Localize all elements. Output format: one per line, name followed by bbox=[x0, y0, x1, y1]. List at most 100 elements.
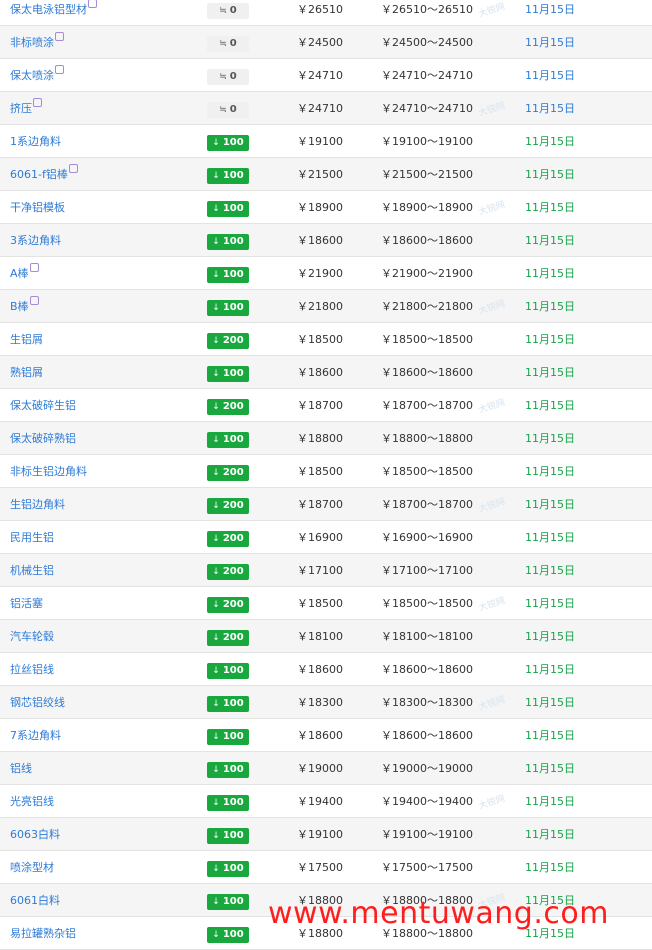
update-date: 11月15日 bbox=[525, 498, 575, 511]
table-row: 6063白料 ↓ 100 ￥19100 ￥19100～19100 11月15日 bbox=[0, 818, 652, 851]
change-badge: ↓ 100 bbox=[207, 135, 249, 151]
table-row: A棒 ↓ 100 ￥21900 ￥21900～21900 11月15日 bbox=[0, 257, 652, 290]
flat-icon: ≒ bbox=[219, 6, 227, 16]
product-name-link[interactable]: 6061白料 bbox=[10, 884, 60, 917]
product-name-link[interactable]: 保太电泳铝型材 bbox=[10, 0, 97, 26]
arrow-down-icon: ↓ bbox=[212, 303, 220, 313]
table-row: B棒 ↓ 100 ￥21800 ￥21800～21800 大锐网 11月15日 bbox=[0, 290, 652, 323]
change-value: 100 bbox=[222, 764, 244, 775]
product-name: 保太电泳铝型材 bbox=[10, 3, 87, 16]
arrow-down-icon: ↓ bbox=[212, 204, 220, 214]
average-price: ￥19100 bbox=[297, 828, 343, 841]
change-badge: ↓ 100 bbox=[207, 267, 249, 283]
table-row: 机械生铝 ↓ 200 ￥17100 ￥17100～17100 11月15日 bbox=[0, 554, 652, 587]
product-name-link[interactable]: 喷涂型材 bbox=[10, 851, 54, 884]
product-name-link[interactable]: 钢芯铝绞线 bbox=[10, 686, 65, 719]
price-range: ￥19400～19400 bbox=[381, 795, 473, 808]
product-name-link[interactable]: 民用生铝 bbox=[10, 521, 54, 554]
price-range: ￥26510～26510 bbox=[381, 3, 473, 16]
row-watermark: 大锐网 bbox=[477, 694, 507, 713]
price-range: ￥18500～18500 bbox=[381, 597, 473, 610]
product-name-link[interactable]: 铝活塞 bbox=[10, 587, 43, 620]
arrow-down-icon: ↓ bbox=[212, 600, 220, 610]
product-name: 3系边角料 bbox=[10, 234, 61, 247]
row-watermark: 大锐网 bbox=[477, 1, 507, 20]
product-name: 钢芯铝绞线 bbox=[10, 696, 65, 709]
table-row: 保太喷涂 ≒ 0 ￥24710 ￥24710～24710 11月15日 bbox=[0, 59, 652, 92]
flat-icon: ≒ bbox=[219, 39, 227, 49]
product-name-link[interactable]: 6063白料 bbox=[10, 818, 60, 851]
product-name-link[interactable]: 熟铝屑 bbox=[10, 356, 43, 389]
product-name-link[interactable]: 拉丝铝线 bbox=[10, 653, 54, 686]
product-name-link[interactable]: 易拉罐熟杂铝 bbox=[10, 917, 76, 950]
change-value: 100 bbox=[222, 434, 244, 445]
product-name-link[interactable]: B棒 bbox=[10, 290, 39, 323]
product-name-link[interactable]: 非标喷涂 bbox=[10, 26, 64, 59]
price-range: ￥18500～18500 bbox=[381, 465, 473, 478]
product-name: 生铝边角料 bbox=[10, 498, 65, 511]
product-name-link[interactable]: 保太破碎熟铝 bbox=[10, 422, 76, 455]
change-badge: ↓ 100 bbox=[207, 894, 249, 910]
product-name-link[interactable]: 机械生铝 bbox=[10, 554, 54, 587]
price-range: ￥19100～19100 bbox=[381, 135, 473, 148]
change-value: 100 bbox=[222, 137, 244, 148]
product-name-link[interactable]: 3系边角料 bbox=[10, 224, 61, 257]
row-watermark: 大锐网 bbox=[477, 496, 507, 515]
change-value: 100 bbox=[222, 302, 244, 313]
product-name: 保太破碎熟铝 bbox=[10, 432, 76, 445]
product-name-link[interactable]: 1系边角料 bbox=[10, 125, 61, 158]
average-price: ￥18900 bbox=[297, 201, 343, 214]
update-date: 11月15日 bbox=[525, 828, 575, 841]
price-range: ￥18900～18900 bbox=[381, 201, 473, 214]
arrow-down-icon: ↓ bbox=[212, 930, 220, 940]
update-date: 11月15日 bbox=[525, 366, 575, 379]
table-row: 铝线 ↓ 100 ￥19000 ￥19000～19000 11月15日 bbox=[0, 752, 652, 785]
change-value: 100 bbox=[222, 731, 244, 742]
change-value: 100 bbox=[222, 929, 244, 940]
arrow-down-icon: ↓ bbox=[212, 270, 220, 280]
update-date: 11月15日 bbox=[525, 762, 575, 775]
product-name-link[interactable]: 生铝屑 bbox=[10, 323, 43, 356]
update-date: 11月15日 bbox=[525, 597, 575, 610]
product-name-link[interactable]: 铝线 bbox=[10, 752, 32, 785]
update-date: 11月15日 bbox=[525, 168, 575, 181]
change-value: 200 bbox=[222, 533, 244, 544]
change-badge: ≒ 0 bbox=[207, 3, 249, 19]
product-name-link[interactable]: 生铝边角料 bbox=[10, 488, 65, 521]
price-range: ￥18600～18600 bbox=[381, 729, 473, 742]
price-range: ￥18800～18800 bbox=[381, 432, 473, 445]
update-date: 11月15日 bbox=[525, 465, 575, 478]
arrow-down-icon: ↓ bbox=[212, 831, 220, 841]
product-name-link[interactable]: 汽车轮毂 bbox=[10, 620, 54, 653]
average-price: ￥26510 bbox=[297, 3, 343, 16]
arrow-down-icon: ↓ bbox=[212, 336, 220, 346]
product-name-link[interactable]: 保太喷涂 bbox=[10, 59, 64, 92]
product-name-link[interactable]: 保太破碎生铝 bbox=[10, 389, 76, 422]
price-range: ￥21500～21500 bbox=[381, 168, 473, 181]
product-name-link[interactable]: 光亮铝线 bbox=[10, 785, 54, 818]
product-name: 光亮铝线 bbox=[10, 795, 54, 808]
change-badge: ↓ 100 bbox=[207, 795, 249, 811]
average-price: ￥17500 bbox=[297, 861, 343, 874]
product-name-link[interactable]: 非标生铝边角料 bbox=[10, 455, 87, 488]
change-value: 100 bbox=[222, 203, 244, 214]
price-range: ￥19000～19000 bbox=[381, 762, 473, 775]
arrow-down-icon: ↓ bbox=[212, 633, 220, 643]
average-price: ￥18500 bbox=[297, 333, 343, 346]
change-badge: ↓ 200 bbox=[207, 465, 249, 481]
product-name: 6061-f铝棒 bbox=[10, 168, 68, 181]
change-value: 100 bbox=[222, 830, 244, 841]
product-name-link[interactable]: 6061-f铝棒 bbox=[10, 158, 78, 191]
arrow-down-icon: ↓ bbox=[212, 897, 220, 907]
change-badge: ↓ 100 bbox=[207, 432, 249, 448]
table-row: 7系边角料 ↓ 100 ￥18600 ￥18600～18600 11月15日 bbox=[0, 719, 652, 752]
average-price: ￥21800 bbox=[297, 300, 343, 313]
product-name: 铝活塞 bbox=[10, 597, 43, 610]
average-price: ￥19000 bbox=[297, 762, 343, 775]
product-name-link[interactable]: 挤压 bbox=[10, 92, 42, 125]
product-name-link[interactable]: A棒 bbox=[10, 257, 39, 290]
product-name-link[interactable]: 7系边角料 bbox=[10, 719, 61, 752]
table-row: 拉丝铝线 ↓ 100 ￥18600 ￥18600～18600 11月15日 bbox=[0, 653, 652, 686]
product-name-link[interactable]: 干净铝模板 bbox=[10, 191, 65, 224]
change-badge: ↓ 100 bbox=[207, 828, 249, 844]
